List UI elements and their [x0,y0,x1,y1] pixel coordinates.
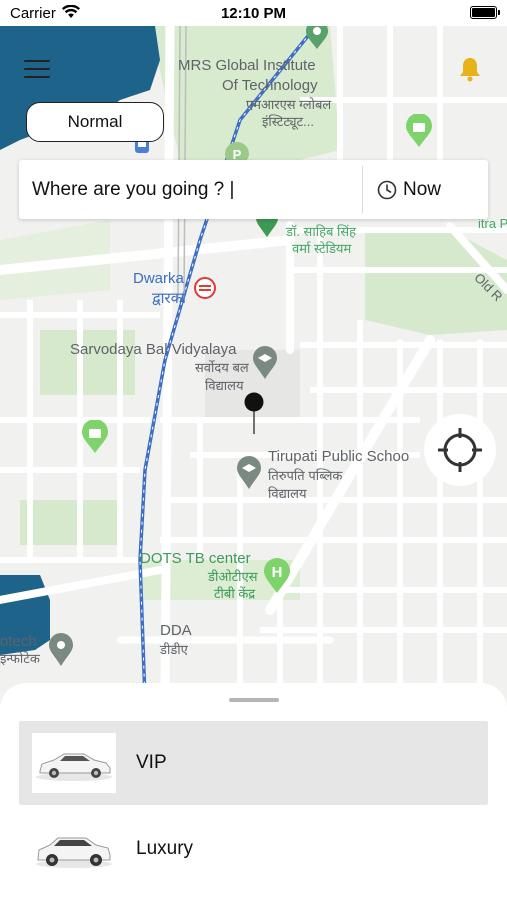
status-bar: Carrier 12:10 PM [0,0,507,26]
vehicle-name: Luxury [136,838,194,859]
suv-icon [36,837,112,868]
car-thumbnail [32,733,116,793]
school-pin-icon[interactable] [252,346,278,380]
map-label-dwarka-hi: द्वारका [152,290,187,307]
battery-icon [470,6,500,19]
map-label-dwarka-en: Dwarka [133,270,184,287]
menu-button[interactable] [24,58,52,80]
ride-mode-toggle[interactable]: Normal [26,102,164,142]
vehicle-name: VIP [136,752,167,773]
map-label-dda-hi: डीडीए [160,642,188,657]
shopping-pin-icon[interactable] [405,114,433,148]
sheet-drag-handle[interactable] [229,698,279,702]
shopping-pin-2-icon[interactable] [81,420,109,454]
map-label-stadium-2: वर्मा स्टेडियम [292,241,352,256]
clock-time: 12:10 PM [220,5,287,22]
map-label-tirupati-hi-2: विद्यालय [268,486,307,501]
map-label-mrs-en-2: Of Technology [222,77,318,94]
map-label-tirupati-hi: तिरुपति पब्लिक [268,468,343,483]
destination-input[interactable]: Where are you going ? | [32,160,234,219]
my-location-button[interactable] [424,414,496,486]
menu-icon-line [24,76,50,78]
schedule-time-label: Now [403,179,442,200]
pickup-location-pin-icon [244,392,264,434]
map-label-infotech-en: otech [0,633,37,650]
map-label-tirupati-en: Tirupati Public Schoo [268,448,410,465]
vehicle-selection-sheet: VIP Luxury [0,683,507,900]
map-label-dots-en: DOTS TB center [140,550,251,567]
menu-icon-line [24,68,50,70]
school-pin-2-icon[interactable] [236,456,262,490]
map-label-infotech-hi: इन्फोटेक [0,651,40,666]
destination-search-card: Where are you going ? | Now [19,160,488,219]
map-label-dots-hi-2: टीबी केंद्र [214,586,256,601]
map-label-mrs-hi-2: इंस्टिट्यूट... [262,114,314,129]
map-label-mrs-en: MRS Global Institute [178,57,316,74]
locate-icon [438,428,482,472]
poi-pin-icon[interactable] [305,26,329,50]
car-icon [36,753,112,781]
metro-station-icon[interactable] [194,277,216,299]
office-pin-icon[interactable] [48,633,74,667]
map-label-sarvodaya-hi: सर्वोदय बल [195,360,249,375]
vehicle-option-vip[interactable]: VIP [19,721,488,805]
svg-text:H: H [272,564,283,581]
map-label-stadium: डॉ. साहिब सिंह [286,224,357,239]
bell-icon[interactable] [458,56,482,82]
map-label-dda-en: DDA [160,622,192,639]
menu-icon-line [24,60,50,62]
hospital-pin-icon[interactable]: H [263,558,291,594]
map-label-sarvodaya-en: Sarvodaya Bal Vidyalaya [70,341,237,358]
map-label-sarvodaya-hi-2: विद्यालय [205,378,244,393]
schedule-time-button[interactable]: Now [377,160,477,219]
car-thumbnail [32,819,116,879]
vehicle-option-luxury[interactable]: Luxury [19,807,488,891]
clock-icon [377,180,397,200]
divider [362,166,363,213]
map-label-dots-hi: डीओटीएस [208,569,258,584]
map-label-mrs-hi: एमआरएस ग्लोबल [246,97,332,112]
